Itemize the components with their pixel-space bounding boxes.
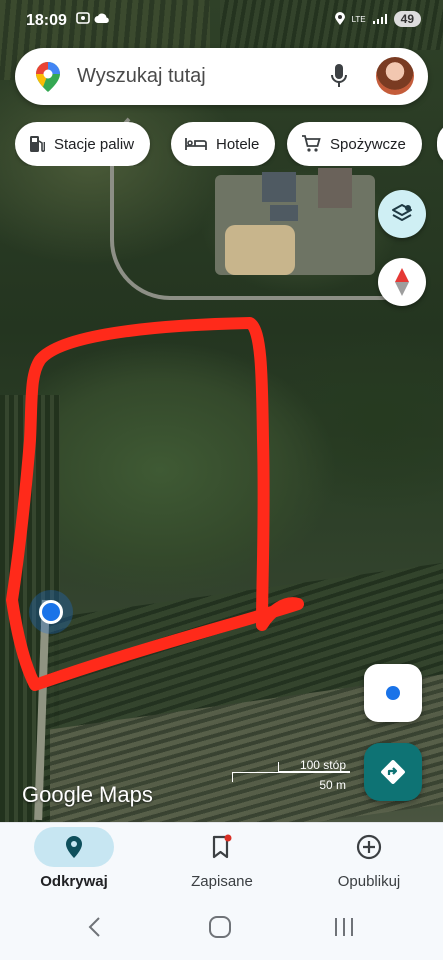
map-scale: 100 stóp 50 m: [232, 758, 350, 794]
mic-icon[interactable]: [330, 63, 348, 94]
nav-label: Zapisane: [191, 873, 253, 890]
nav-icon-container: [329, 827, 409, 867]
add-circle-icon: [356, 834, 382, 860]
explore-pin-icon: [66, 836, 82, 858]
chip-more[interactable]: [437, 122, 443, 166]
avatar[interactable]: [376, 57, 414, 95]
cart-icon: [302, 135, 321, 152]
compass-button[interactable]: [378, 258, 426, 306]
signal-icon: [372, 14, 387, 24]
status-left-icons: [76, 12, 110, 27]
directions-button[interactable]: [364, 743, 422, 801]
home-icon[interactable]: [208, 916, 232, 943]
compass-icon: [395, 268, 409, 296]
chip-label: Spożywcze: [330, 135, 406, 153]
layers-icon: [392, 204, 412, 221]
status-time: 18:09: [26, 12, 67, 29]
category-chips: Stacje paliw Hotele Spożywcze: [15, 122, 443, 166]
screenshot-icon: [76, 12, 90, 24]
bottom-navigation: Odkrywaj Zapisane Opublikuj: [0, 822, 443, 896]
chip-hotels[interactable]: Hotele: [171, 122, 276, 166]
back-icon[interactable]: [87, 916, 103, 943]
location-status-icon: [334, 12, 345, 25]
bed-icon: [185, 138, 207, 150]
gas-station-icon: [30, 136, 45, 152]
chip-label: Stacje paliw: [54, 135, 135, 153]
chip-gas-stations[interactable]: Stacje paliw: [15, 122, 151, 166]
system-navigation-bar: [0, 896, 443, 960]
user-location-marker: [39, 600, 63, 624]
scale-feet-label: 100 stóp: [299, 758, 346, 772]
network-label: LTE: [351, 14, 366, 24]
google-maps-logo: Google Maps: [22, 782, 153, 807]
search-input[interactable]: Wyszukaj tutaj: [77, 65, 206, 88]
status-bar: 18:09 LTE 49: [0, 0, 443, 42]
nav-icon-container: [34, 827, 114, 867]
chip-label: Hotele: [216, 135, 260, 153]
nav-contribute[interactable]: Opublikuj: [295, 823, 443, 897]
nav-saved[interactable]: Zapisane: [148, 823, 296, 897]
chip-groceries[interactable]: Spożywcze: [287, 122, 422, 166]
layers-button[interactable]: [378, 190, 426, 238]
my-location-button[interactable]: [364, 664, 422, 722]
search-bar[interactable]: Wyszukaj tutaj: [15, 48, 428, 105]
recent-apps-icon[interactable]: [333, 916, 355, 943]
nav-explore[interactable]: Odkrywaj: [0, 823, 148, 897]
cloud-icon: [94, 13, 109, 23]
directions-icon: [381, 760, 405, 784]
maps-pin-icon: [35, 61, 61, 98]
nav-label: Opublikuj: [337, 873, 401, 890]
scale-line: [232, 772, 350, 773]
my-location-icon: [386, 686, 400, 700]
scale-tick: [232, 772, 233, 782]
status-right-icons: LTE 49: [334, 11, 421, 27]
bookmark-icon: [212, 834, 232, 859]
battery-indicator: 49: [393, 11, 421, 27]
nav-icon-container: [182, 827, 262, 867]
scale-meter-label: 50 m: [319, 778, 346, 792]
nav-label: Odkrywaj: [40, 873, 108, 890]
